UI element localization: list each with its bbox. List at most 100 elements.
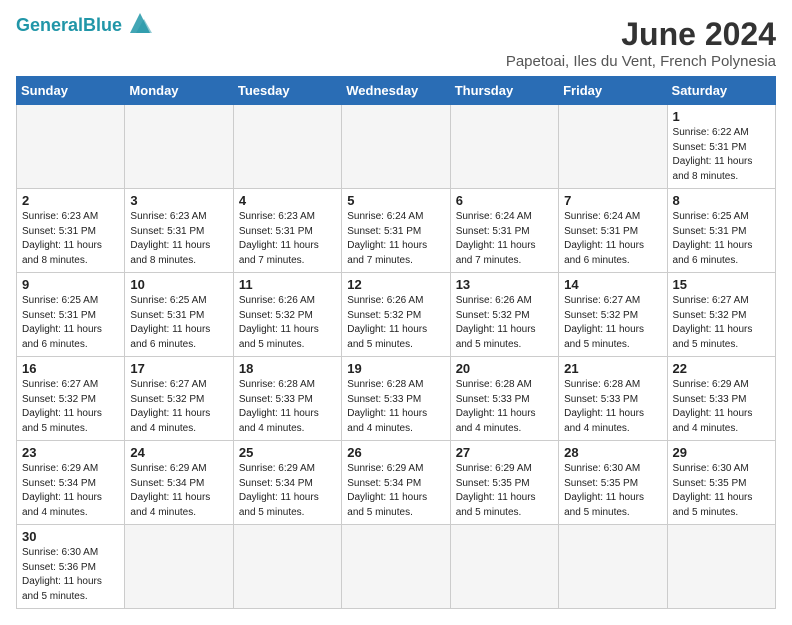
day-info: Sunrise: 6:30 AM Sunset: 5:35 PM Dayligh… (673, 462, 770, 520)
day-info: Sunrise: 6:25 AM Sunset: 5:31 PM Dayligh… (673, 210, 770, 268)
calendar-week-row: 30Sunrise: 6:30 AM Sunset: 5:36 PM Dayli… (17, 525, 776, 609)
calendar-day-cell: 26 Sunrise: 6:29 AM Sunset: 5:34 PM Dayli… (342, 441, 450, 525)
day-of-week-header: Thursday (450, 77, 558, 105)
day-info: Sunrise: 6:28 AM Sunset: 5:33 PM Dayligh… (347, 378, 444, 436)
day-info: Sunrise: 6:29 AM Sunset: 5:34 PM Dayligh… (347, 462, 444, 520)
calendar-day-cell (17, 105, 125, 189)
calendar-day-cell (125, 525, 233, 609)
calendar-table: SundayMondayTuesdayWednesdayThursdayFrid… (16, 76, 776, 609)
day-number: 22 (673, 361, 770, 376)
calendar-day-cell: 23 Sunrise: 6:29 AM Sunset: 5:34 PM Dayli… (17, 441, 125, 525)
calendar-day-cell (559, 105, 667, 189)
day-info: Sunrise: 6:29 AM Sunset: 5:35 PM Dayligh… (456, 462, 553, 520)
calendar-day-cell (559, 525, 667, 609)
calendar-day-cell: 4 Sunrise: 6:23 AM Sunset: 5:31 PM Daylig… (233, 189, 341, 273)
day-number: 19 (347, 361, 444, 376)
day-info: Sunrise: 6:26 AM Sunset: 5:32 PM Dayligh… (456, 294, 553, 352)
calendar-day-cell (342, 105, 450, 189)
day-number: 24 (130, 445, 227, 460)
day-info: Sunrise: 6:23 AM Sunset: 5:31 PM Dayligh… (239, 210, 336, 268)
day-number: 21 (564, 361, 661, 376)
calendar-day-cell: 8 Sunrise: 6:25 AM Sunset: 5:31 PM Daylig… (667, 189, 775, 273)
day-info: Sunrise: 6:27 AM Sunset: 5:32 PM Dayligh… (673, 294, 770, 352)
day-info: Sunrise: 6:22 AM Sunset: 5:31 PM Dayligh… (673, 126, 770, 184)
day-number: 18 (239, 361, 336, 376)
calendar-day-cell: 11Sunrise: 6:26 AM Sunset: 5:32 PM Dayli… (233, 273, 341, 357)
calendar-week-row: 9 Sunrise: 6:25 AM Sunset: 5:31 PM Daylig… (17, 273, 776, 357)
calendar-day-cell: 2 Sunrise: 6:23 AM Sunset: 5:31 PM Daylig… (17, 189, 125, 273)
day-of-week-header: Saturday (667, 77, 775, 105)
logo-general: General (16, 15, 83, 35)
day-info: Sunrise: 6:29 AM Sunset: 5:34 PM Dayligh… (130, 462, 227, 520)
day-info: Sunrise: 6:26 AM Sunset: 5:32 PM Dayligh… (347, 294, 444, 352)
day-info: Sunrise: 6:27 AM Sunset: 5:32 PM Dayligh… (564, 294, 661, 352)
day-number: 3 (130, 193, 227, 208)
calendar-day-cell: 5Sunrise: 6:24 AM Sunset: 5:31 PM Daylig… (342, 189, 450, 273)
calendar-week-row: 23 Sunrise: 6:29 AM Sunset: 5:34 PM Dayli… (17, 441, 776, 525)
day-number: 26 (347, 445, 444, 460)
calendar-day-cell: 25Sunrise: 6:29 AM Sunset: 5:34 PM Dayli… (233, 441, 341, 525)
day-number: 9 (22, 277, 119, 292)
calendar-day-cell: 20 Sunrise: 6:28 AM Sunset: 5:33 PM Dayli… (450, 357, 558, 441)
calendar-day-cell: 19 Sunrise: 6:28 AM Sunset: 5:33 PM Dayli… (342, 357, 450, 441)
day-of-week-header: Tuesday (233, 77, 341, 105)
day-info: Sunrise: 6:23 AM Sunset: 5:31 PM Dayligh… (22, 210, 119, 268)
calendar-day-cell (125, 105, 233, 189)
day-number: 2 (22, 193, 119, 208)
day-info: Sunrise: 6:29 AM Sunset: 5:33 PM Dayligh… (673, 378, 770, 436)
day-of-week-header: Sunday (17, 77, 125, 105)
calendar-day-cell (450, 105, 558, 189)
calendar-day-cell: 27 Sunrise: 6:29 AM Sunset: 5:35 PM Dayli… (450, 441, 558, 525)
calendar-day-cell: 3Sunrise: 6:23 AM Sunset: 5:31 PM Daylig… (125, 189, 233, 273)
day-number: 11 (239, 277, 336, 292)
day-number: 17 (130, 361, 227, 376)
calendar-day-cell: 7Sunrise: 6:24 AM Sunset: 5:31 PM Daylig… (559, 189, 667, 273)
day-of-week-header: Wednesday (342, 77, 450, 105)
logo-text: GeneralBlue (16, 16, 122, 36)
logo: GeneralBlue (16, 16, 154, 36)
calendar-day-cell: 30Sunrise: 6:30 AM Sunset: 5:36 PM Dayli… (17, 525, 125, 609)
day-of-week-header: Monday (125, 77, 233, 105)
day-number: 4 (239, 193, 336, 208)
calendar-day-cell: 14 Sunrise: 6:27 AM Sunset: 5:32 PM Dayli… (559, 273, 667, 357)
day-number: 23 (22, 445, 119, 460)
calendar-day-cell: 9 Sunrise: 6:25 AM Sunset: 5:31 PM Daylig… (17, 273, 125, 357)
day-info: Sunrise: 6:25 AM Sunset: 5:31 PM Dayligh… (22, 294, 119, 352)
day-info: Sunrise: 6:24 AM Sunset: 5:31 PM Dayligh… (347, 210, 444, 268)
calendar-day-cell (233, 525, 341, 609)
day-number: 13 (456, 277, 553, 292)
day-number: 10 (130, 277, 227, 292)
calendar-day-cell: 10 Sunrise: 6:25 AM Sunset: 5:31 PM Dayli… (125, 273, 233, 357)
calendar-day-cell (342, 525, 450, 609)
day-number: 27 (456, 445, 553, 460)
calendar-day-cell: 22 Sunrise: 6:29 AM Sunset: 5:33 PM Dayli… (667, 357, 775, 441)
calendar-week-row: 16 Sunrise: 6:27 AM Sunset: 5:32 PM Dayli… (17, 357, 776, 441)
calendar-day-cell: 12Sunrise: 6:26 AM Sunset: 5:32 PM Dayli… (342, 273, 450, 357)
day-number: 25 (239, 445, 336, 460)
day-info: Sunrise: 6:25 AM Sunset: 5:31 PM Dayligh… (130, 294, 227, 352)
day-info: Sunrise: 6:24 AM Sunset: 5:31 PM Dayligh… (456, 210, 553, 268)
day-info: Sunrise: 6:27 AM Sunset: 5:32 PM Dayligh… (22, 378, 119, 436)
day-info: Sunrise: 6:28 AM Sunset: 5:33 PM Dayligh… (456, 378, 553, 436)
day-info: Sunrise: 6:28 AM Sunset: 5:33 PM Dayligh… (239, 378, 336, 436)
logo-icon (126, 11, 154, 33)
day-info: Sunrise: 6:30 AM Sunset: 5:35 PM Dayligh… (564, 462, 661, 520)
day-info: Sunrise: 6:24 AM Sunset: 5:31 PM Dayligh… (564, 210, 661, 268)
calendar-day-cell (233, 105, 341, 189)
day-number: 15 (673, 277, 770, 292)
day-info: Sunrise: 6:27 AM Sunset: 5:32 PM Dayligh… (130, 378, 227, 436)
calendar-day-cell: 21Sunrise: 6:28 AM Sunset: 5:33 PM Dayli… (559, 357, 667, 441)
day-info: Sunrise: 6:29 AM Sunset: 5:34 PM Dayligh… (22, 462, 119, 520)
calendar-header-row: SundayMondayTuesdayWednesdayThursdayFrid… (17, 77, 776, 105)
day-number: 20 (456, 361, 553, 376)
day-number: 16 (22, 361, 119, 376)
day-number: 30 (22, 529, 119, 544)
day-of-week-header: Friday (559, 77, 667, 105)
calendar-day-cell: 15 Sunrise: 6:27 AM Sunset: 5:32 PM Dayli… (667, 273, 775, 357)
day-number: 28 (564, 445, 661, 460)
calendar-week-row: 1Sunrise: 6:22 AM Sunset: 5:31 PM Daylig… (17, 105, 776, 189)
calendar-day-cell: 13 Sunrise: 6:26 AM Sunset: 5:32 PM Dayli… (450, 273, 558, 357)
day-number: 14 (564, 277, 661, 292)
day-number: 8 (673, 193, 770, 208)
location: Papetoai, Iles du Vent, French Polynesia (506, 53, 776, 70)
